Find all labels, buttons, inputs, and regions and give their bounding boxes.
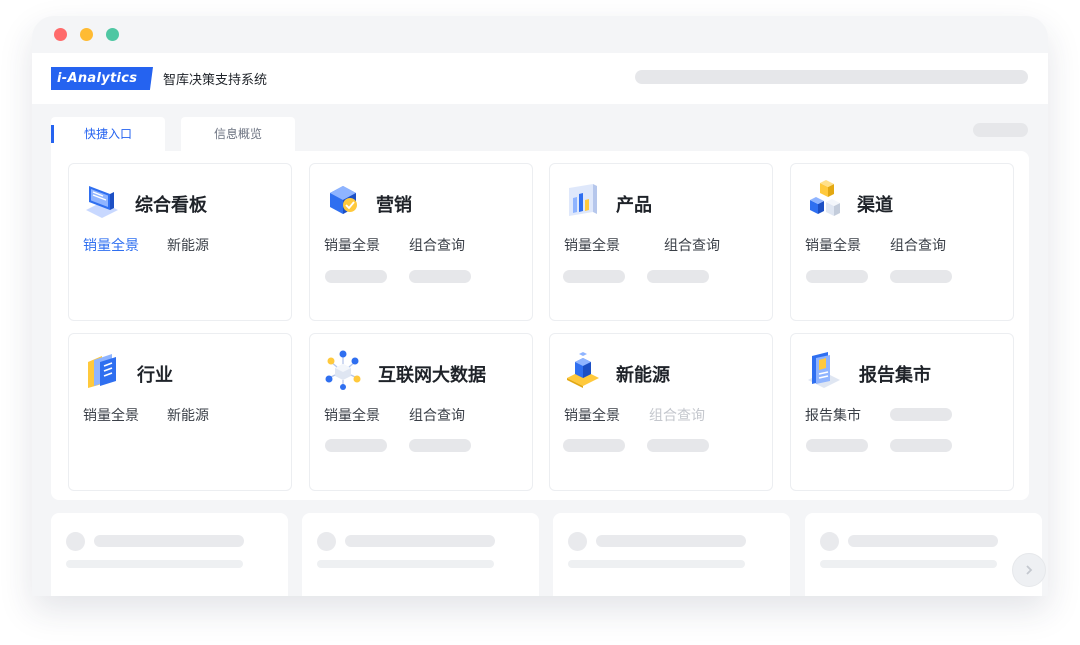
placeholder-bar <box>409 439 471 452</box>
card-product[interactable]: 产品 销量全景 组合查询 <box>549 163 773 321</box>
placeholder-bar <box>806 270 868 283</box>
card-new-energy[interactable]: 新能源 销量全景 组合查询 <box>549 333 773 491</box>
card-report-market[interactable]: 报告集市 报告集市 <box>790 333 1014 491</box>
report-icon <box>808 352 840 388</box>
skeleton-card <box>302 513 539 596</box>
monitor-icon <box>86 186 118 218</box>
placeholder-bar <box>325 270 387 283</box>
link-combined-query[interactable]: 组合查询 <box>664 235 720 257</box>
link-sales-overview[interactable]: 销量全景 <box>324 235 380 257</box>
placeholder-bar <box>325 439 387 452</box>
close-dot[interactable] <box>54 28 67 41</box>
link-report-market[interactable]: 报告集市 <box>805 405 861 427</box>
maximize-dot[interactable] <box>106 28 119 41</box>
app-name: 智库决策支持系统 <box>163 73 268 88</box>
tab-quick-entry[interactable]: 快捷入口 <box>51 117 165 151</box>
placeholder-bar <box>563 270 625 283</box>
card-title: 综合看板 <box>135 195 207 216</box>
chevron-right-icon <box>1026 565 1033 575</box>
card-title: 互联网大数据 <box>378 365 486 386</box>
card-title: 渠道 <box>857 195 893 216</box>
tab-info-overview[interactable]: 信息概览 <box>181 117 295 151</box>
placeholder-bar <box>647 270 709 283</box>
network-nodes-icon <box>325 350 361 390</box>
industry-folder-icon <box>88 354 116 388</box>
minimize-dot[interactable] <box>80 28 93 41</box>
placeholder-bar <box>409 270 471 283</box>
link-combined-query[interactable]: 组合查询 <box>649 405 705 427</box>
card-internet-big-data[interactable]: 互联网大数据 销量全景 组合查询 <box>309 333 533 491</box>
toolbar-placeholder <box>973 123 1028 137</box>
placeholder-bar <box>806 439 868 452</box>
placeholder-bar <box>563 439 625 452</box>
app-header: i-Analytics 智库决策支持系统 <box>32 53 1048 104</box>
placeholder-bar <box>890 439 952 452</box>
link-sales-overview[interactable]: 销量全景 <box>564 235 620 257</box>
placeholder-bar <box>890 270 952 283</box>
link-sales-overview[interactable]: 销量全景 <box>83 235 139 257</box>
marketing-cube-icon <box>330 186 357 214</box>
placeholder-bar <box>647 439 709 452</box>
skeleton-card <box>805 513 1042 596</box>
quick-entry-panel: 综合看板 销量全景 新能源 营销 销量全景 组合查询 产品 销量全景 组合查询 … <box>51 151 1029 500</box>
skeleton-card <box>51 513 288 596</box>
channel-blocks-icon <box>810 180 840 216</box>
link-combined-query[interactable]: 组合查询 <box>409 405 465 427</box>
card-title: 营销 <box>376 195 412 216</box>
app-logo[interactable]: i-Analytics <box>51 67 153 90</box>
link-new-energy[interactable]: 新能源 <box>167 405 209 427</box>
card-channel[interactable]: 渠道 销量全景 组合查询 <box>790 163 1014 321</box>
link-sales-overview[interactable]: 销量全景 <box>83 405 139 427</box>
browser-window: i-Analytics 智库决策支持系统 快捷入口 信息概览 综合看板 销量全景… <box>32 16 1048 596</box>
window-controls <box>54 28 119 41</box>
skeleton-card <box>553 513 790 596</box>
card-title: 报告集市 <box>859 365 931 386</box>
card-title: 产品 <box>616 195 652 216</box>
product-chart-icon <box>569 184 597 216</box>
link-combined-query[interactable]: 组合查询 <box>890 235 946 257</box>
header-placeholder-bar <box>635 70 1028 84</box>
placeholder-bar <box>890 408 952 421</box>
link-sales-overview[interactable]: 销量全景 <box>805 235 861 257</box>
link-combined-query[interactable]: 组合查询 <box>409 235 465 257</box>
card-marketing[interactable]: 营销 销量全景 组合查询 <box>309 163 533 321</box>
new-energy-icon <box>567 352 599 388</box>
link-sales-overview[interactable]: 销量全景 <box>564 405 620 427</box>
link-sales-overview[interactable]: 销量全景 <box>324 405 380 427</box>
card-title: 行业 <box>137 365 173 386</box>
card-industry[interactable]: 行业 销量全景 新能源 <box>68 333 292 491</box>
carousel-next-button[interactable] <box>1012 553 1046 587</box>
card-dashboard[interactable]: 综合看板 销量全景 新能源 <box>68 163 292 321</box>
link-new-energy[interactable]: 新能源 <box>167 235 209 257</box>
card-title: 新能源 <box>616 365 670 386</box>
